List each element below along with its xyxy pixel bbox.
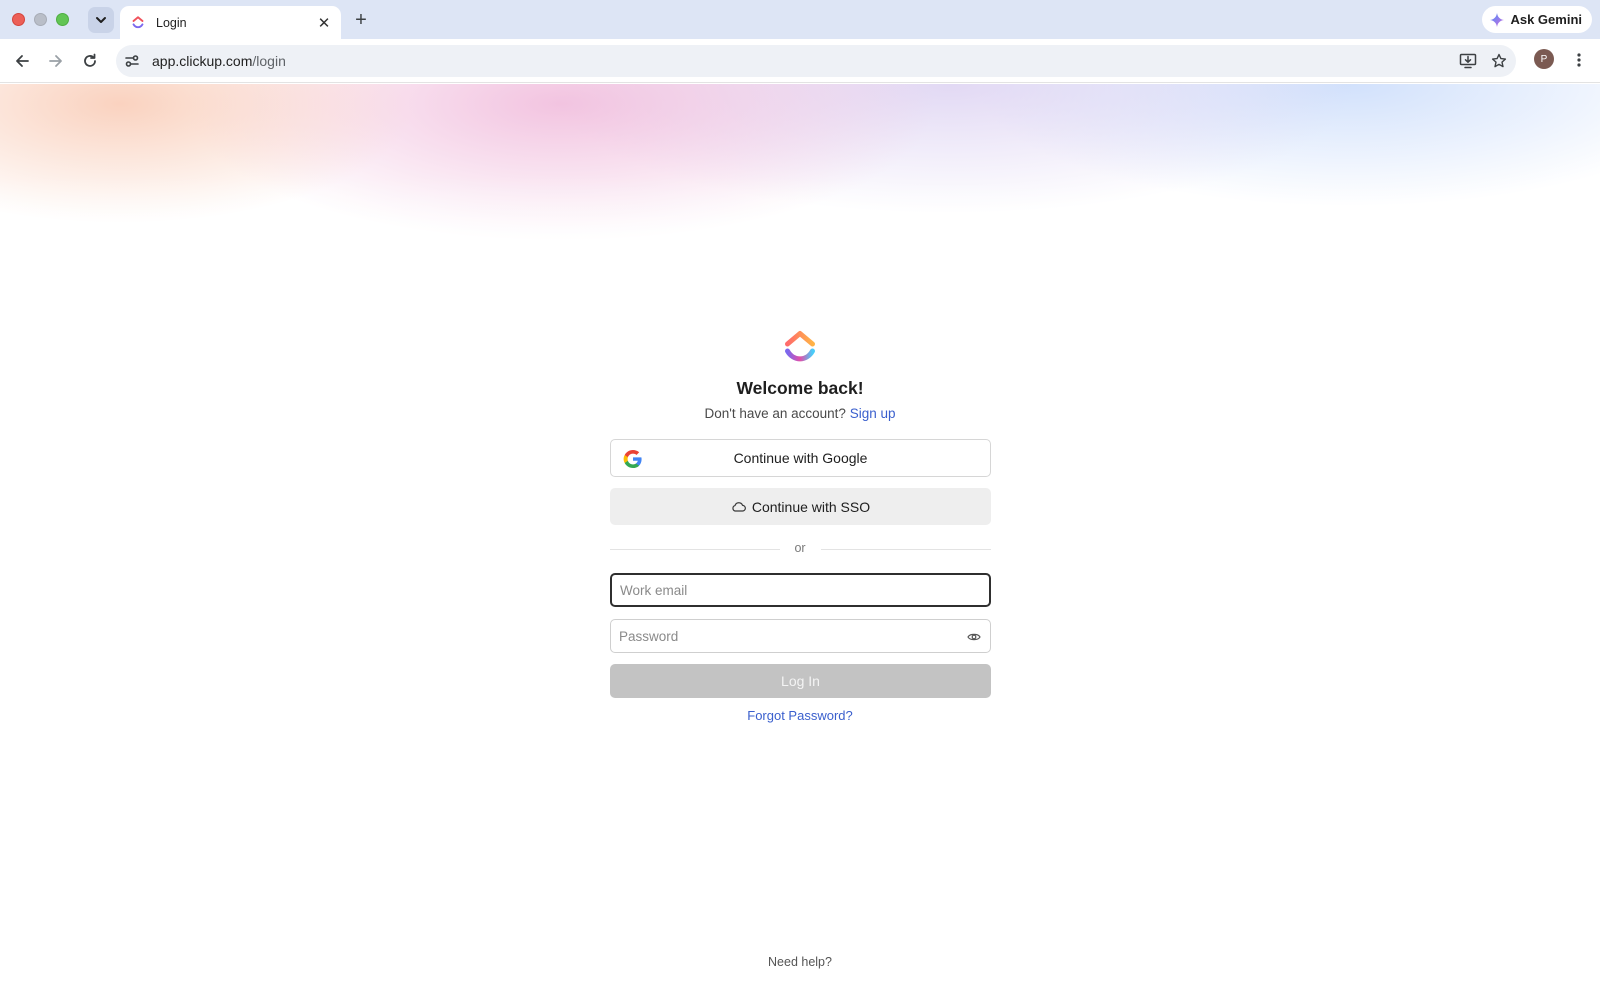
tab-search-button[interactable]	[88, 7, 114, 33]
continue-with-google-button[interactable]: Continue with Google	[610, 439, 991, 477]
clickup-logo-icon	[785, 331, 815, 362]
browser-tab-bar: Login ✕ + Ask Gemini	[0, 0, 1600, 39]
reload-icon	[84, 53, 96, 67]
continue-with-sso-button[interactable]: Continue with SSO	[610, 488, 991, 525]
tab-title: Login	[156, 15, 187, 30]
install-app-icon	[1459, 53, 1477, 69]
bookmark-button[interactable]	[1486, 49, 1512, 73]
reload-button[interactable]	[77, 48, 103, 74]
password-field[interactable]	[611, 620, 990, 652]
address-bar[interactable]: app.clickup.com/login	[116, 45, 1516, 77]
install-app-button[interactable]	[1455, 49, 1481, 73]
page-title: Welcome back!	[736, 378, 864, 398]
sso-button-label: Continue with SSO	[751, 498, 871, 515]
tab-close-button[interactable]: ✕	[313, 12, 335, 34]
window-close-button[interactable]	[12, 13, 25, 26]
cloud-icon	[732, 502, 746, 512]
chevron-down-icon	[96, 17, 106, 23]
url-path: /login	[252, 53, 286, 69]
login-page: Welcome back! Don't have an account? Sig…	[0, 84, 1600, 1000]
window-maximize-button[interactable]	[56, 13, 69, 26]
url-text: app.clickup.com/login	[152, 53, 286, 69]
no-account-text: Don't have an account?	[704, 406, 846, 421]
new-tab-button[interactable]: +	[349, 8, 373, 32]
gemini-sparkle-icon	[1490, 12, 1505, 27]
signup-link[interactable]: Sign up	[850, 406, 896, 421]
back-button[interactable]	[9, 48, 35, 74]
divider-line-right	[821, 549, 991, 550]
eye-icon	[967, 633, 981, 641]
divider-line-left	[610, 549, 780, 550]
kebab-menu-icon	[1577, 53, 1581, 67]
google-icon	[623, 450, 642, 468]
divider-or-text: or	[794, 541, 806, 555]
bookmark-star-icon	[1491, 53, 1507, 68]
email-field-wrapper	[610, 573, 991, 607]
browser-toolbar: app.clickup.com/login P	[0, 39, 1600, 83]
hero-gradient-fade	[0, 84, 1600, 344]
ask-gemini-button[interactable]: Ask Gemini	[1482, 6, 1592, 33]
log-in-button[interactable]: Log In	[610, 664, 991, 698]
browser-menu-button[interactable]	[1568, 47, 1590, 73]
browser-tab[interactable]: Login ✕	[120, 6, 341, 39]
window-minimize-button[interactable]	[34, 13, 47, 26]
signup-prompt: Don't have an account? Sign up	[0, 406, 1600, 421]
google-button-label: Continue with Google	[733, 450, 868, 466]
site-info-button[interactable]	[118, 47, 146, 75]
url-host: app.clickup.com	[152, 53, 253, 69]
forward-button[interactable]	[43, 48, 69, 74]
password-field-wrapper	[610, 619, 991, 653]
email-field[interactable]	[612, 575, 989, 605]
back-arrow-icon	[16, 55, 29, 67]
show-password-toggle[interactable]	[966, 629, 982, 645]
clickup-favicon-icon	[130, 15, 146, 31]
site-info-icon	[125, 55, 139, 67]
forward-arrow-icon	[49, 55, 62, 67]
profile-avatar[interactable]: P	[1534, 49, 1554, 69]
ask-gemini-label: Ask Gemini	[1510, 12, 1582, 27]
forgot-password-link[interactable]: Forgot Password?	[0, 708, 1600, 723]
need-help-link[interactable]: Need help?	[0, 955, 1600, 969]
